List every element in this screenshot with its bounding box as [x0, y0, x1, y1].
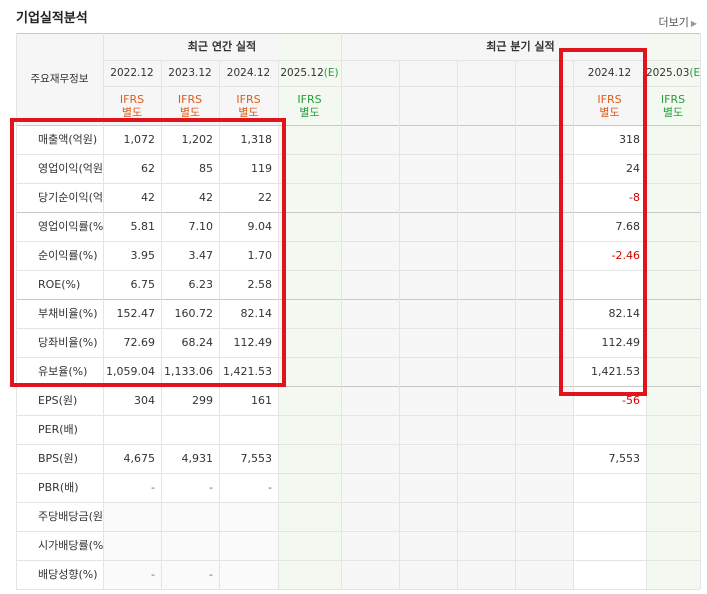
row-header-label: 주요재무정보 [30, 73, 89, 85]
table-cell: 1,202 [181, 133, 214, 146]
row-label: 배당성향(%) [38, 568, 98, 581]
table-cell: - [209, 568, 213, 581]
table-cell: - [209, 481, 213, 494]
row-label: 시가배당률(%) [38, 539, 103, 552]
table-cell: 1,072 [123, 133, 156, 146]
row-label: 유보율(%) [38, 365, 88, 378]
table-cell: 318 [619, 133, 640, 146]
table-cell: 62 [141, 162, 155, 175]
table-cell: -56 [622, 394, 640, 407]
row-divider [16, 415, 700, 416]
column-divider [399, 60, 400, 589]
table-cell: 112.49 [233, 336, 273, 349]
annual-title: 최근 연간 실적 [187, 40, 257, 53]
row-label: EPS(원) [38, 394, 78, 407]
table-cell: 119 [251, 162, 272, 175]
row-label: 순이익률(%) [38, 249, 98, 262]
table-cell: 5.81 [130, 220, 156, 233]
table-cell: 304 [134, 394, 155, 407]
period-header: 2024.12 [226, 67, 271, 79]
table-cell: 112.49 [601, 336, 641, 349]
period-header: 2024.12 [587, 67, 632, 79]
period-header [515, 60, 573, 86]
table-cell: 1,133.06 [164, 365, 213, 378]
row-label: ROE(%) [38, 278, 81, 291]
table-cell: 1,059.04 [106, 365, 155, 378]
table-cell: -8 [629, 191, 640, 204]
ifrs-badge: IFRS 별도 [660, 93, 686, 119]
table-cell: 160.72 [174, 307, 214, 320]
row-label: 영업이익률(%) [38, 220, 103, 233]
table-cell: 7,553 [240, 452, 273, 465]
column-divider [278, 60, 279, 589]
table-cell: 72.69 [123, 336, 156, 349]
column-divider [646, 60, 647, 589]
table-cell: - [151, 481, 155, 494]
table-cell: 1.70 [247, 249, 273, 262]
ifrs-badge: IFRS 별도 [177, 93, 203, 119]
table-cell: 299 [192, 394, 213, 407]
period-header [399, 60, 457, 86]
table-cell: 24 [626, 162, 640, 175]
ifrs-badge: IFRS 별도 [119, 93, 145, 119]
column-divider [457, 60, 458, 589]
row-label: 영업이익(억원) [38, 162, 103, 175]
row-label: 당기순이익(억원) [38, 191, 103, 204]
period-header: 2022.12 [110, 67, 154, 79]
column-divider [700, 33, 701, 589]
table-cell: 22 [258, 191, 272, 204]
row-label: 부채비율(%) [38, 307, 98, 320]
table-cell: 9.04 [247, 220, 273, 233]
financial-table: 주요재무정보 최근 연간 실적 최근 분기 실적 2022.12 IFRS 별도 2023.… [0, 0, 707, 594]
table-cell: 2.58 [247, 278, 273, 291]
row-label: 당좌비율(%) [38, 336, 98, 349]
row-label: 매출액(억원) [38, 133, 98, 146]
table-cell: 1,421.53 [223, 365, 272, 378]
period-header: 2025.03(E) [646, 67, 700, 79]
period-header: 2025.12(E) [280, 67, 339, 79]
table-cell: 42 [141, 191, 155, 204]
row-label: 주당배당금(원) [38, 510, 103, 523]
quarterly-title: 최근 분기 실적 [486, 40, 555, 53]
table-cell: 7.10 [188, 220, 214, 233]
table-cell: 6.23 [188, 278, 214, 291]
table-cell: 85 [199, 162, 213, 175]
column-divider [515, 60, 516, 589]
row-divider [16, 502, 700, 503]
table-cell: 152.47 [116, 307, 156, 320]
row-label: BPS(원) [38, 452, 78, 465]
table-cell: 6.75 [130, 278, 156, 291]
table-cell: - [268, 481, 272, 494]
table-cell: 4,931 [181, 452, 214, 465]
ifrs-badge: IFRS 별도 [297, 93, 322, 119]
table-cell: 3.95 [130, 249, 156, 262]
table-cell: 1,421.53 [591, 365, 640, 378]
ifrs-badge: IFRS 별도 [597, 93, 622, 119]
table-cell: - [151, 568, 155, 581]
table-cell: 82.14 [240, 307, 273, 320]
row-label: PER(배) [38, 423, 78, 436]
table-cell: 7,553 [608, 452, 641, 465]
table-cell: 82.14 [608, 307, 641, 320]
table-cell: 68.24 [181, 336, 214, 349]
column-divider [341, 33, 342, 589]
period-header [457, 60, 515, 86]
table-cell: 7.68 [615, 220, 641, 233]
table-cell: 42 [199, 191, 213, 204]
table-cell: -2.46 [611, 249, 640, 262]
ifrs-badge: IFRS 별도 [236, 93, 261, 119]
period-header: 2023.12 [168, 67, 212, 79]
table-cell: 4,675 [123, 452, 156, 465]
row-divider [16, 589, 700, 590]
header-divider [103, 86, 700, 87]
table-cell: 1,318 [240, 133, 273, 146]
table-cell: 161 [251, 394, 272, 407]
table-cell: 3.47 [188, 249, 214, 262]
period-header [341, 60, 399, 86]
row-divider [16, 531, 700, 532]
row-label: PBR(배) [38, 481, 79, 494]
